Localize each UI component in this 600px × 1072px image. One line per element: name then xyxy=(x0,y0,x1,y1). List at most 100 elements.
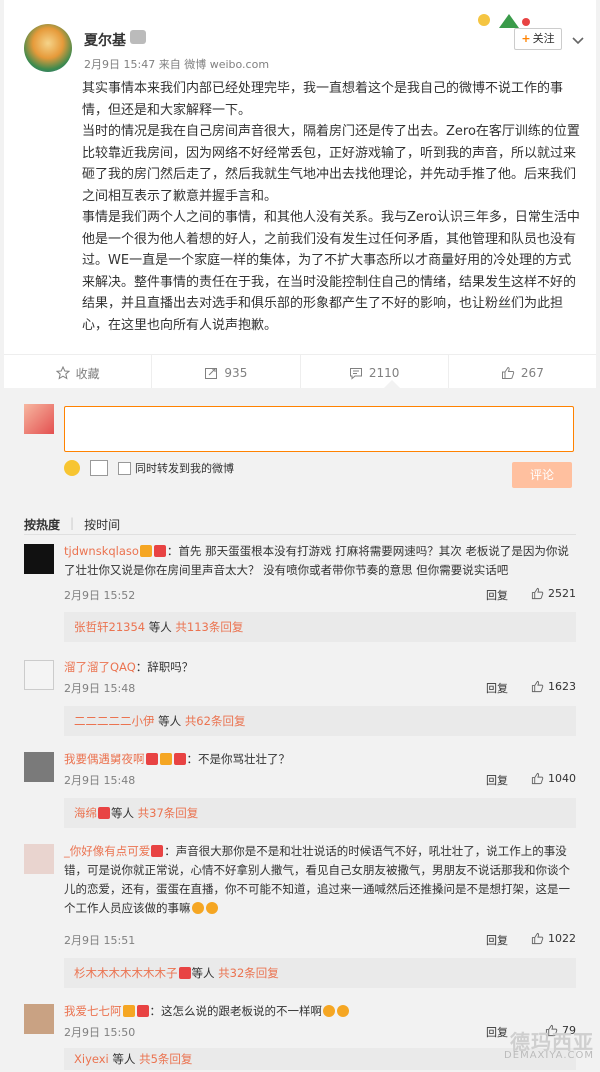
post-header: 夏尔基 2月9日 15:47 来自 微博 weibo.com + 关注 xyxy=(24,14,584,80)
image-icon[interactable] xyxy=(90,460,108,476)
reply-button[interactable]: 回复 xyxy=(486,772,508,788)
repost-button[interactable]: 935 xyxy=(152,355,301,391)
author-name[interactable]: 夏尔基 xyxy=(84,30,126,50)
favorite-button[interactable]: 收藏 xyxy=(4,355,153,391)
emoji-icon xyxy=(205,902,218,914)
heart-badge-icon xyxy=(136,1005,149,1017)
sub-reply-count[interactable]: 共32条回复 xyxy=(218,966,279,980)
divider xyxy=(24,534,576,535)
comment-meta: 2月9日 15:52 回复 2521 xyxy=(64,587,576,605)
comment-text: 我要偶遇舅夜啊 ：不是你骂壮壮了？ xyxy=(64,750,576,769)
vip-badge-icon xyxy=(139,545,152,557)
commenter-name[interactable]: tjdwnskqlaso xyxy=(64,544,139,558)
sub-reply-user[interactable]: 海绵 xyxy=(74,806,97,820)
comment-meta: 2月9日 15:48 回复 1623 xyxy=(64,680,576,698)
comment-count: 2110 xyxy=(368,366,400,380)
sub-reply-user[interactable]: 张哲轩21354 xyxy=(74,620,145,634)
vip-badge-icon xyxy=(122,1005,135,1017)
sub-reply-user[interactable]: Xiyexi xyxy=(74,1052,109,1066)
reply-button[interactable]: 回复 xyxy=(486,932,508,948)
sub-reply-mid: 等人 xyxy=(108,1052,140,1066)
sub-reply-user[interactable]: 杉木木木木木木木子 xyxy=(74,966,178,980)
heart-badge-icon xyxy=(178,967,191,979)
comment-like-count: 1022 xyxy=(548,932,576,945)
comment-text: _你好像有点可爱 ：声音很大那你是不是和壮壮说话的时候语气不好，吼壮壮了，说工作上… xyxy=(64,842,576,918)
reply-button[interactable]: 回复 xyxy=(486,680,508,696)
like-count: 267 xyxy=(520,366,544,380)
comment-like-button[interactable]: 1022 xyxy=(531,932,576,945)
follow-button[interactable]: + 关注 xyxy=(514,28,562,50)
sub-replies-link[interactable]: 张哲轩21354 等人 共113条回复 xyxy=(64,612,576,642)
post-paragraph: 其实事情本来我们内部已经处理完毕，我一直想着这个是我自己的微博不说工作的事情，但… xyxy=(82,81,564,118)
my-avatar[interactable] xyxy=(24,404,54,434)
emoji-icon xyxy=(191,902,204,914)
post-actions: 收藏 935 2110 267 xyxy=(4,354,596,391)
comment-section: 同时转发到我的微博 评论 按热度 | 按时间 tjdwnskqlaso ：首先 那… xyxy=(4,388,596,1070)
emoji-icon xyxy=(323,1005,335,1017)
commenter-name[interactable]: _你好像有点可爱 xyxy=(64,844,150,858)
comment-like-count: 1040 xyxy=(548,772,576,785)
sub-reply-count[interactable]: 共37条回复 xyxy=(138,806,199,820)
author-avatar[interactable] xyxy=(24,24,72,72)
comment-time: 2月9日 15:48 xyxy=(64,774,136,787)
comment-icon xyxy=(349,368,362,380)
commenter-avatar[interactable] xyxy=(24,1004,54,1034)
sub-replies-link[interactable]: 杉木木木木木木木子 等人 共32条回复 xyxy=(64,958,576,988)
sub-reply-mid: 等人 xyxy=(145,620,176,634)
sub-reply-count[interactable]: 共113条回复 xyxy=(175,620,243,634)
reply-button[interactable]: 回复 xyxy=(486,587,508,603)
comment-text: tjdwnskqlaso ：首先 那天蛋蛋根本没有打游戏 打麻将需要网速吗？其次 … xyxy=(64,542,576,580)
sub-replies-link[interactable]: 海绵 等人 共37条回复 xyxy=(64,798,576,828)
sort-by-time[interactable]: 按时间 xyxy=(84,516,120,533)
comment-like-button[interactable]: 1040 xyxy=(531,772,576,785)
forward-label: 同时转发到我的微博 xyxy=(135,462,234,475)
sort-tabs: 按热度 | 按时间 xyxy=(24,516,130,533)
comment-like-button[interactable]: 2521 xyxy=(531,587,576,600)
comment-meta: 2月9日 15:51 回复 1022 xyxy=(64,932,576,950)
submit-comment-button[interactable]: 评论 xyxy=(512,462,572,488)
comment-input[interactable] xyxy=(64,406,574,452)
chevron-down-icon[interactable] xyxy=(572,34,584,46)
emoji-icon[interactable] xyxy=(64,460,80,476)
post-meta: 2月9日 15:47 来自 微博 weibo.com xyxy=(84,56,269,72)
sub-replies-link[interactable]: 二二二二二小伊 等人 共62条回复 xyxy=(64,706,576,736)
heart-badge-icon xyxy=(153,545,166,557)
commenter-name[interactable]: 我要偶遇舅夜啊 xyxy=(64,752,145,766)
post-text: 其实事情本来我们内部已经处理完毕，我一直想着这个是我自己的微博不说工作的事情，但… xyxy=(82,78,582,336)
post-paragraph: 当时的情况是我在自己房间声音很大，隔着房门还是传了出去。Zero在客厅训练的位置… xyxy=(82,124,580,204)
like-button[interactable]: 267 xyxy=(449,355,596,391)
plus-icon: + xyxy=(521,32,531,45)
commenter-name[interactable]: 我爱七七阿 xyxy=(64,1004,122,1018)
heart-badge-icon xyxy=(173,753,186,765)
comment-button[interactable]: 2110 xyxy=(301,355,449,391)
follow-label: 关注 xyxy=(532,32,555,45)
sort-by-hot[interactable]: 按热度 xyxy=(24,516,60,533)
watermark-url: DEMAXIYA.COM xyxy=(504,1050,594,1061)
heart-badge-icon xyxy=(151,845,164,857)
thumbs-up-icon xyxy=(531,680,544,693)
comment-text: 我爱七七阿 ：这怎么说的跟老板说的不一样啊 xyxy=(64,1002,576,1021)
member-badge-icon xyxy=(130,30,146,44)
heart-badge-icon xyxy=(98,807,110,819)
sub-reply-count[interactable]: 共5条回复 xyxy=(139,1052,192,1066)
commenter-name[interactable]: 溜了溜了QAQ xyxy=(64,660,136,674)
commenter-avatar[interactable] xyxy=(24,844,54,874)
repost-count: 935 xyxy=(224,366,248,380)
emoji-icon xyxy=(337,1005,349,1017)
commenter-avatar[interactable] xyxy=(24,544,54,574)
sub-reply-count[interactable]: 共62条回复 xyxy=(185,714,246,728)
sub-reply-user[interactable]: 二二二二二小伊 xyxy=(74,714,155,728)
favorite-label: 收藏 xyxy=(75,366,100,381)
forward-checkbox[interactable] xyxy=(118,461,131,475)
divider: | xyxy=(70,516,75,530)
comment-time: 2月9日 15:52 xyxy=(64,589,136,602)
vip-badge-icon xyxy=(159,753,172,765)
comment-like-count: 2521 xyxy=(548,587,576,600)
post-time[interactable]: 2月9日 15:47 xyxy=(84,58,155,71)
commenter-avatar[interactable] xyxy=(24,752,54,782)
comment-text: 溜了溜了QAQ：辞职吗？ xyxy=(64,658,576,677)
post-source[interactable]: 微博 weibo.com xyxy=(184,58,269,71)
thumbs-up-icon xyxy=(531,587,544,600)
comment-like-button[interactable]: 1623 xyxy=(531,680,576,693)
commenter-avatar[interactable] xyxy=(24,660,54,690)
